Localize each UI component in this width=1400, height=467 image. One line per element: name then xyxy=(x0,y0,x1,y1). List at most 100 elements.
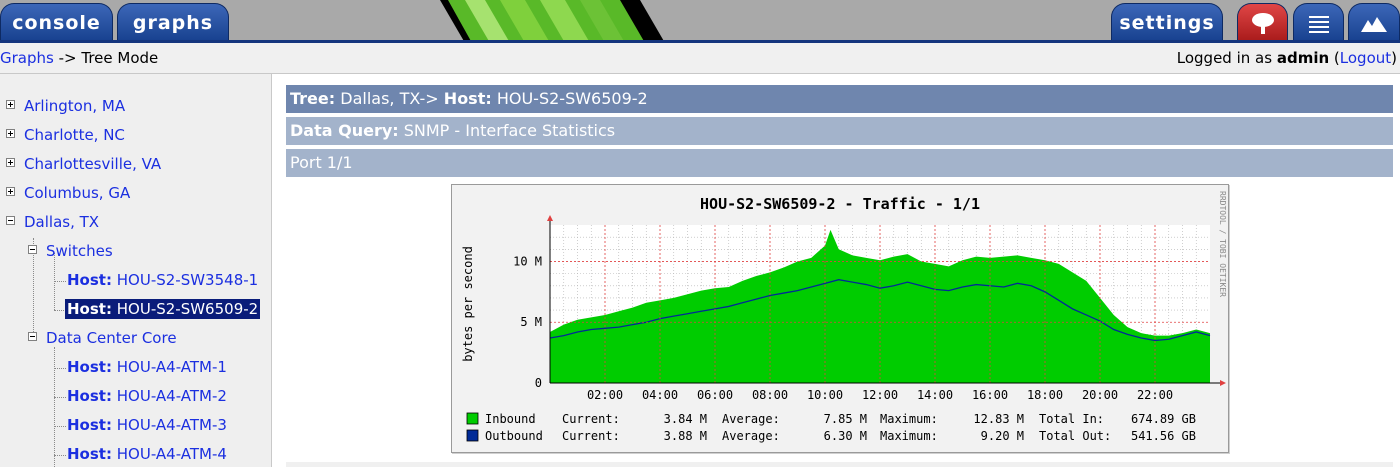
breadcrumb-current: Tree Mode xyxy=(81,49,159,67)
tree-header-label: Tree: xyxy=(290,89,336,108)
tree-site-charlottesville[interactable]: Charlottesville, VA xyxy=(24,154,161,174)
tree-host-header: Tree: Dallas, TX-> Host: HOU-S2-SW6509-2 xyxy=(286,85,1393,113)
logout-close-paren: ) xyxy=(1391,49,1397,67)
tree-host-sw6509-2-selected[interactable]: Host: HOU-S2-SW6509-2 xyxy=(65,299,261,319)
port-header: Port 1/1 xyxy=(286,149,1393,177)
breadcrumb-bar: Graphs -> Tree Mode Logged in as admin (… xyxy=(0,43,1400,74)
legend-current-label: Current: xyxy=(562,429,620,443)
host-name[interactable]: HOU-A4-ATM-3 xyxy=(117,416,227,434)
host-name[interactable]: HOU-A4-ATM-4 xyxy=(117,445,227,463)
collapse-icon[interactable] xyxy=(6,216,15,225)
data-query-header: Data Query: SNMP - Interface Statistics xyxy=(286,117,1393,145)
legend-current-value: 3.84 M xyxy=(664,412,707,426)
tree-host-atm-4[interactable]: Host: HOU-A4-ATM-4 xyxy=(67,444,227,464)
legend-maximum-label: Maximum: xyxy=(880,429,938,443)
chart-watermark: RRDTOOL / TOBI OETIKER xyxy=(1218,191,1227,297)
tree-guide-line xyxy=(54,426,66,427)
chart-x-tick-label: 10:00 xyxy=(807,388,843,402)
tree-site-columbus[interactable]: Columbus, GA xyxy=(24,183,130,203)
tree-group-data-center-core[interactable]: Data Center Core xyxy=(46,328,177,348)
host-prefix: Host: xyxy=(67,387,112,405)
legend-total-label: Total In: xyxy=(1039,412,1104,426)
tree-host-atm-3[interactable]: Host: HOU-A4-ATM-3 xyxy=(67,415,227,435)
tree-group-switches[interactable]: Switches xyxy=(46,241,113,261)
expand-icon[interactable] xyxy=(6,187,15,196)
host-name[interactable]: HOU-S2-SW3548-1 xyxy=(117,271,258,289)
expand-icon[interactable] xyxy=(6,100,15,109)
tree-host-atm-2[interactable]: Host: HOU-A4-ATM-2 xyxy=(67,386,227,406)
host-prefix: Host: xyxy=(67,271,112,289)
host-prefix: Host: xyxy=(67,445,112,463)
breadcrumb-graphs-link[interactable]: Graphs xyxy=(0,49,54,67)
legend-average-label: Average: xyxy=(722,412,780,426)
legend-series-name: Outbound xyxy=(485,429,543,443)
host-prefix: Host: xyxy=(67,416,112,434)
legend-total-value: 541.56 GB xyxy=(1131,429,1196,443)
data-query-label: Data Query: xyxy=(290,121,399,140)
tree-guide-line xyxy=(54,281,66,282)
legend-average-value: 7.85 M xyxy=(824,412,867,426)
chart-x-tick-label: 02:00 xyxy=(587,388,623,402)
host-name[interactable]: HOU-A4-ATM-2 xyxy=(117,387,227,405)
list-view-button[interactable] xyxy=(1293,3,1344,41)
graph-tree: Arlington, MA Charlotte, NC Charlottesvi… xyxy=(0,74,272,467)
chart-y-axis-arrow xyxy=(547,215,553,221)
traffic-graph[interactable]: HOU-S2-SW6509-2 - Traffic - 1/1 RRDTOOL /… xyxy=(451,184,1229,453)
tree-host-sw3548-1[interactable]: Host: HOU-S2-SW3548-1 xyxy=(67,270,258,290)
host-prefix: Host: xyxy=(67,300,112,318)
legend-swatch xyxy=(466,429,479,442)
tree-site-label[interactable]: Charlotte, NC xyxy=(24,126,125,144)
host-name[interactable]: HOU-A4-ATM-1 xyxy=(117,358,227,376)
tree-host-atm-1[interactable]: Host: HOU-A4-ATM-1 xyxy=(67,357,227,377)
legend-total-label: Total Out: xyxy=(1039,429,1111,443)
tree-guide-line xyxy=(54,455,66,456)
tree-guide-line xyxy=(54,347,55,467)
tree-site-arlington[interactable]: Arlington, MA xyxy=(24,96,125,116)
expand-icon[interactable] xyxy=(6,129,15,138)
tree-group-label[interactable]: Data Center Core xyxy=(46,329,177,347)
chart-x-tick-label: 18:00 xyxy=(1027,388,1063,402)
legend-swatch xyxy=(466,412,479,425)
chart-x-tick-label: 14:00 xyxy=(917,388,953,402)
legend-current-value: 3.88 M xyxy=(664,429,707,443)
tree-site-label[interactable]: Charlottesville, VA xyxy=(24,155,161,173)
tree-guide-line xyxy=(54,397,66,398)
chart-x-tick-label: 06:00 xyxy=(697,388,733,402)
tab-console[interactable]: console xyxy=(0,3,113,41)
chart-y-axis-label: bytes per second xyxy=(461,246,475,362)
host-header-label: Host: xyxy=(443,89,492,108)
chart-x-tick-label: 22:00 xyxy=(1137,388,1173,402)
mountain-icon xyxy=(1361,16,1387,32)
tree-view-button[interactable] xyxy=(1237,3,1288,41)
chart-y-tick-label: 5 M xyxy=(520,315,542,329)
settings-button[interactable]: settings xyxy=(1111,3,1223,41)
data-query-value: SNMP - Interface Statistics xyxy=(403,121,616,140)
breadcrumb-separator: -> xyxy=(58,49,77,67)
expand-icon[interactable] xyxy=(6,158,15,167)
breadcrumb: Graphs -> Tree Mode xyxy=(0,49,158,67)
tree-site-dallas[interactable]: Dallas, TX xyxy=(24,212,99,232)
legend-average-label: Average: xyxy=(722,429,780,443)
legend-series-name: Inbound xyxy=(485,412,536,426)
chart-x-tick-label: 16:00 xyxy=(972,388,1008,402)
logout-link[interactable]: Logout xyxy=(1340,49,1391,67)
chart-x-tick-label: 08:00 xyxy=(752,388,788,402)
login-status: Logged in as admin (Logout) xyxy=(1177,49,1397,67)
traffic-graph-canvas[interactable]: HOU-S2-SW6509-2 - Traffic - 1/1 RRDTOOL /… xyxy=(452,185,1228,452)
tree-site-label[interactable]: Arlington, MA xyxy=(24,97,125,115)
legend-average-value: 6.30 M xyxy=(824,429,867,443)
tree-site-label[interactable]: Columbus, GA xyxy=(24,184,130,202)
legend-maximum-value: 12.83 M xyxy=(973,412,1024,426)
tree-site-charlotte[interactable]: Charlotte, NC xyxy=(24,125,125,145)
chart-y-tick-label: 0 xyxy=(535,376,542,390)
tree-site-label[interactable]: Dallas, TX xyxy=(24,213,99,231)
tree-icon xyxy=(1251,12,1274,34)
collapse-icon[interactable] xyxy=(28,245,37,254)
host-name[interactable]: HOU-S2-SW6509-2 xyxy=(117,300,258,318)
tree-group-label[interactable]: Switches xyxy=(46,242,113,260)
chart-title: HOU-S2-SW6509-2 - Traffic - 1/1 xyxy=(700,195,980,213)
legend-total-value: 674.89 GB xyxy=(1131,412,1196,426)
tab-graphs[interactable]: graphs xyxy=(117,3,229,41)
preview-view-button[interactable] xyxy=(1348,3,1400,41)
collapse-icon[interactable] xyxy=(28,332,37,341)
